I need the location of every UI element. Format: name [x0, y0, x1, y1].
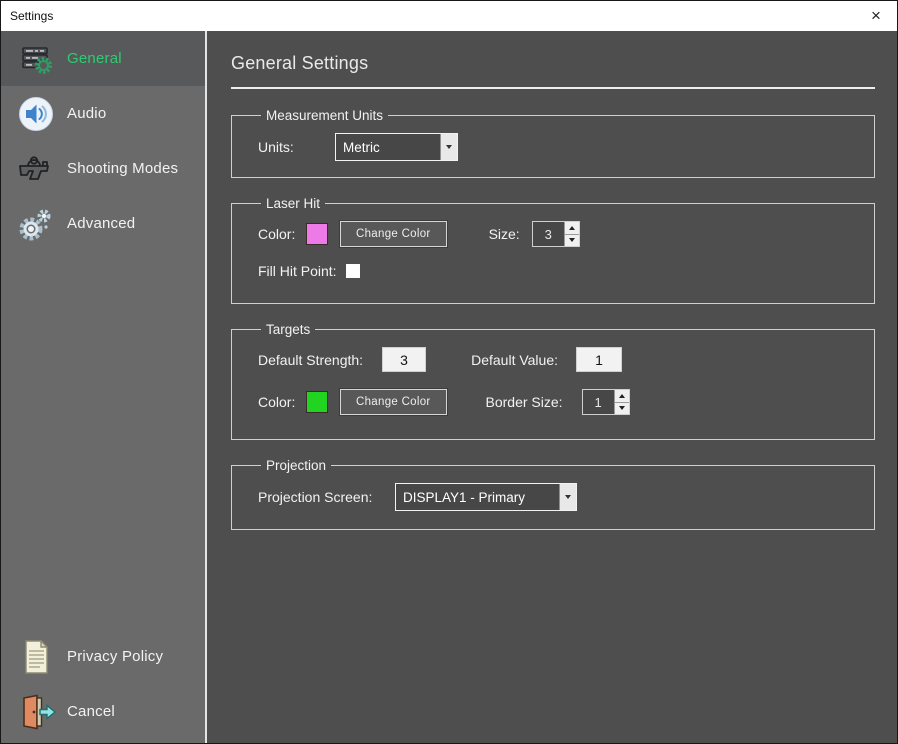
target-color-swatch	[306, 391, 328, 413]
default-value-input[interactable]: 1	[576, 347, 622, 372]
exit-door-icon	[14, 692, 58, 732]
sidebar: General Audio	[1, 31, 207, 743]
chevron-down-icon	[565, 495, 571, 499]
sidebar-item-general[interactable]: General	[1, 31, 205, 86]
border-size-label: Border Size:	[447, 394, 563, 410]
title-divider	[231, 87, 875, 89]
group-legend: Laser Hit	[261, 196, 325, 211]
target-color-label: Color:	[258, 394, 306, 410]
laser-size-label: Size:	[489, 226, 520, 242]
spinner-down-button[interactable]	[615, 403, 629, 415]
sidebar-item-label: Privacy Policy	[67, 648, 163, 665]
general-settings-panel: General Settings Measurement Units Units…	[207, 31, 897, 743]
laser-color-label: Color:	[258, 226, 306, 242]
fill-hit-point-label: Fill Hit Point:	[258, 263, 337, 279]
default-value-label: Default Value:	[426, 352, 558, 368]
laser-change-color-button[interactable]: Change Color	[340, 221, 447, 247]
group-projection: Projection Projection Screen: DISPLAY1 -…	[231, 458, 875, 530]
sidebar-item-advanced[interactable]: Advanced	[1, 196, 205, 251]
units-dropdown-button[interactable]	[440, 134, 457, 160]
fill-hit-point-checkbox[interactable]	[346, 264, 360, 278]
projection-screen-dropdown[interactable]: DISPLAY1 - Primary	[395, 483, 577, 511]
arrow-up-icon	[569, 226, 575, 230]
laser-color-swatch	[306, 223, 328, 245]
group-measurement-units: Measurement Units Units: Metric	[231, 108, 875, 178]
page-title: General Settings	[231, 53, 875, 74]
title-bar: Settings ×	[1, 1, 897, 31]
spinner-up-button[interactable]	[615, 390, 629, 403]
chevron-down-icon	[446, 145, 452, 149]
sidebar-item-label: Shooting Modes	[67, 160, 178, 177]
spinner-up-button[interactable]	[565, 222, 579, 235]
arrow-down-icon	[619, 406, 625, 410]
default-strength-input[interactable]: 3	[382, 347, 426, 372]
group-legend: Targets	[261, 322, 315, 337]
sidebar-footer: Privacy Policy Cancel	[1, 629, 205, 743]
audio-icon	[14, 95, 58, 133]
border-size-value[interactable]: 1	[583, 390, 614, 414]
window-title: Settings	[1, 9, 53, 23]
group-targets: Targets Default Strength: 3 Default Valu…	[231, 322, 875, 440]
sidebar-item-privacy-policy[interactable]: Privacy Policy	[1, 629, 205, 684]
document-icon	[14, 637, 58, 677]
target-change-color-button[interactable]: Change Color	[340, 389, 447, 415]
sidebar-item-label: Audio	[67, 105, 106, 122]
projection-screen-label: Projection Screen:	[258, 489, 389, 505]
units-dropdown[interactable]: Metric	[335, 133, 458, 161]
sidebar-item-shooting-modes[interactable]: Shooting Modes	[1, 141, 205, 196]
general-icon	[14, 39, 58, 79]
units-dropdown-value: Metric	[336, 134, 440, 160]
units-label: Units:	[258, 139, 335, 155]
arrow-down-icon	[569, 238, 575, 242]
gun-icon	[14, 149, 58, 189]
projection-screen-dropdown-value: DISPLAY1 - Primary	[396, 484, 559, 510]
arrow-up-icon	[619, 394, 625, 398]
spinner-down-button[interactable]	[565, 235, 579, 247]
gears-icon	[14, 204, 58, 244]
sidebar-item-cancel[interactable]: Cancel	[1, 684, 205, 739]
sidebar-item-label: General	[67, 50, 122, 67]
settings-window: Settings ×	[0, 0, 898, 744]
group-laser-hit: Laser Hit Color: Change Color Size: 3	[231, 196, 875, 304]
border-size-spinner[interactable]: 1	[582, 389, 630, 415]
projection-screen-dropdown-button[interactable]	[559, 484, 576, 510]
sidebar-item-label: Advanced	[67, 215, 135, 232]
default-strength-label: Default Strength:	[258, 352, 382, 368]
sidebar-item-audio[interactable]: Audio	[1, 86, 205, 141]
close-icon[interactable]: ×	[855, 1, 897, 31]
sidebar-item-label: Cancel	[67, 703, 115, 720]
group-legend: Measurement Units	[261, 108, 388, 123]
group-legend: Projection	[261, 458, 331, 473]
laser-size-value[interactable]: 3	[533, 222, 564, 246]
laser-size-spinner[interactable]: 3	[532, 221, 580, 247]
